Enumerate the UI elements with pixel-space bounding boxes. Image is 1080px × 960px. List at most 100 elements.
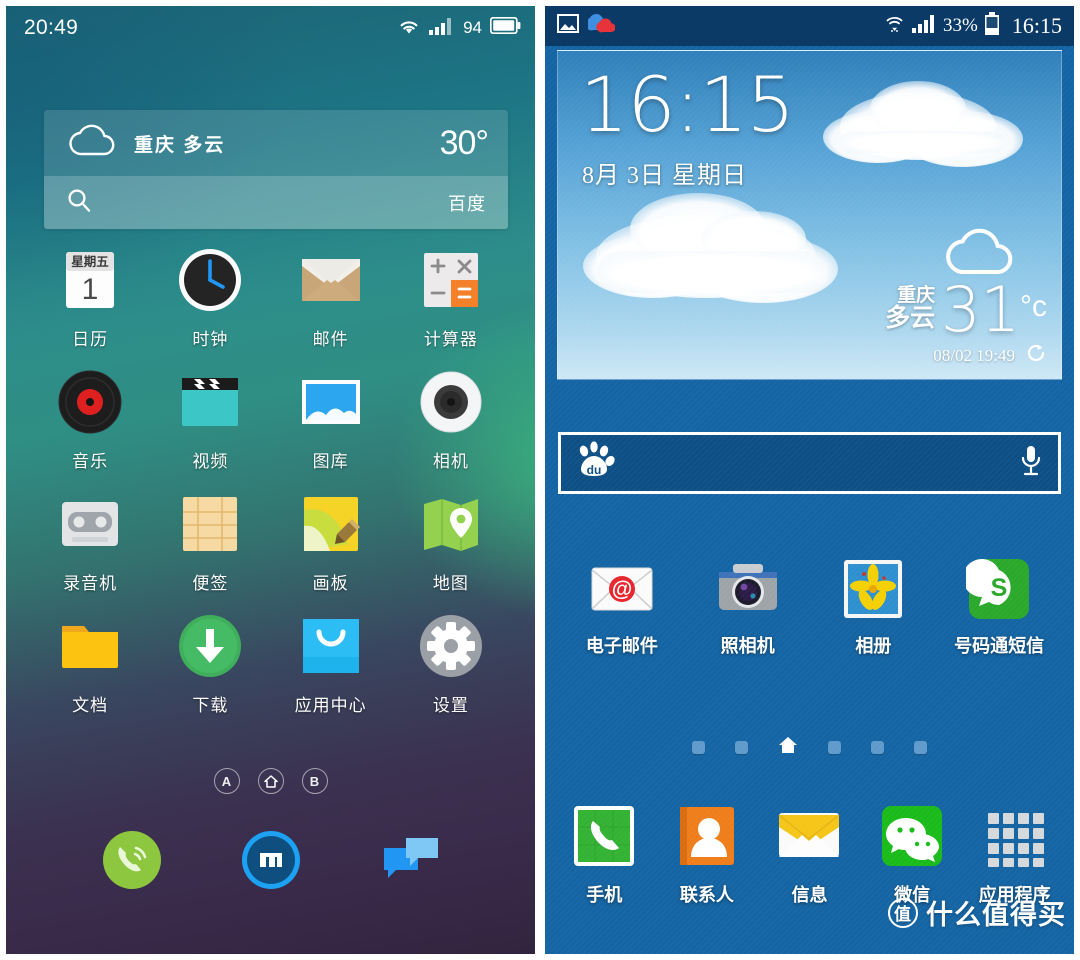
app-label: 电子邮件 (585, 636, 658, 656)
signal-icon (912, 14, 937, 38)
app-icon-email[interactable]: @ 电子邮件 (559, 556, 685, 658)
flyme-m-icon[interactable] (237, 826, 305, 894)
dock-icon-messages[interactable]: 信息 (758, 801, 861, 907)
app-label: 应用中心 (294, 696, 367, 715)
left-status-bar: 20:49 94 (6, 6, 535, 50)
app-label: 录音机 (63, 574, 118, 593)
microphone-icon[interactable] (1018, 444, 1044, 483)
dock-icon-phone[interactable]: 手机 (553, 801, 656, 907)
app-label: 地图 (432, 574, 469, 593)
sogou-sms-icon: S (962, 556, 1032, 622)
app-icon-app-center[interactable]: 应用中心 (271, 612, 391, 716)
right-status-clock: 16:15 (1011, 13, 1062, 38)
home-icon[interactable] (257, 768, 284, 794)
calendar-weekday: 星期五 (71, 254, 109, 269)
notes-icon (176, 490, 244, 558)
messages-bubble-icon[interactable] (376, 826, 444, 894)
page-dot-icon[interactable] (692, 741, 705, 754)
search-icon (66, 187, 92, 218)
weather-unit: °c (1020, 290, 1047, 323)
app-icon-documents[interactable]: 文档 (30, 612, 150, 716)
battery-percent-label: 33% (943, 15, 978, 36)
app-icon-recorder[interactable]: 录音机 (30, 490, 150, 594)
page-a-icon[interactable]: A (213, 768, 240, 794)
weather-city: 重庆 (897, 284, 936, 306)
app-label: 手机 (586, 885, 623, 905)
watermark-badge: 值 (888, 897, 918, 928)
page-b-label: B (309, 773, 320, 789)
cloud-outline-icon (66, 121, 120, 166)
folder-icon (56, 612, 124, 680)
calendar-day: 1 (82, 273, 99, 306)
app-label: 信息 (791, 885, 828, 905)
weather-temperature: 31 (941, 272, 1020, 346)
app-icon-calculator[interactable]: 计算器 (391, 246, 511, 350)
app-store-bag-icon (297, 612, 365, 680)
page-dot-icon[interactable] (735, 741, 748, 754)
app-label: 图库 (312, 452, 349, 471)
music-vinyl-icon (56, 368, 124, 436)
refresh-icon[interactable] (1025, 342, 1047, 369)
home-page-icon[interactable] (778, 736, 798, 759)
app-label: 便签 (192, 574, 229, 593)
dock-icon-wechat[interactable]: 微信 (861, 801, 964, 907)
page-dot-icon[interactable] (914, 741, 927, 754)
search-widget[interactable]: 百度 (44, 176, 508, 229)
wifi-icon (885, 14, 906, 38)
signal-icon (429, 17, 455, 40)
app-icon-sms[interactable]: S 号码通短信 (936, 556, 1062, 658)
app-label: 日历 (72, 330, 109, 349)
right-app-row: @ 电子邮件 照相机 相册 S 号码通短信 (559, 556, 1062, 658)
camera-body-icon (715, 556, 781, 622)
dock-icon-contacts[interactable]: 联系人 (656, 801, 759, 907)
app-label: 文档 (72, 696, 109, 715)
app-drawer-grid-icon (980, 801, 1050, 871)
watermark: 值 什么值得买 (888, 893, 1066, 932)
app-icon-download[interactable]: 下载 (150, 612, 270, 716)
gallery-icon (297, 368, 365, 436)
left-dock (6, 826, 535, 894)
app-icon-notes[interactable]: 便签 (150, 490, 270, 594)
photo-album-flower-icon (840, 556, 906, 622)
svg-text:@: @ (612, 578, 632, 601)
screenshot-stage: 20:49 94 重庆 多云 30° 百度 星期五 1 日历 时钟 邮件 计算器… (0, 0, 1080, 960)
page-dot-icon[interactable] (871, 741, 884, 754)
baidu-search-widget[interactable]: du (558, 432, 1061, 494)
app-icon-camera[interactable]: 相机 (391, 368, 511, 472)
map-icon (417, 490, 485, 558)
weather-widget[interactable]: 重庆 多云 30° (44, 110, 508, 176)
left-status-icons: 94 (397, 16, 521, 40)
app-icon-settings[interactable]: 设置 (391, 612, 511, 716)
app-icon-camera[interactable]: 照相机 (685, 556, 811, 658)
app-icon-album[interactable]: 相册 (811, 556, 937, 658)
app-icon-map[interactable]: 地图 (391, 490, 511, 594)
right-status-bar: 33% 16:15 (545, 6, 1074, 46)
svg-text:S: S (991, 574, 1008, 602)
app-label: 音乐 (72, 452, 109, 471)
left-status-clock: 20:49 (24, 16, 79, 39)
app-icon-drawing-board[interactable]: 画板 (271, 490, 391, 594)
page-dot-icon[interactable] (828, 741, 841, 754)
app-label: 照相机 (720, 636, 775, 656)
app-label: 画板 (312, 574, 349, 593)
app-icon-music[interactable]: 音乐 (30, 368, 150, 472)
page-b-icon[interactable]: B (301, 768, 328, 794)
app-icon-gallery[interactable]: 图库 (271, 368, 391, 472)
app-label: 相机 (432, 452, 469, 471)
search-engine-label: 百度 (448, 193, 486, 214)
app-label: 时钟 (192, 330, 229, 349)
lockscreen-date: 8月 3日 星期日 (582, 163, 747, 189)
app-label: 相册 (855, 636, 892, 656)
app-icon-calendar[interactable]: 星期五 1 日历 (30, 246, 150, 350)
app-icon-video[interactable]: 视频 (150, 368, 270, 472)
app-icon-mail[interactable]: 邮件 (271, 246, 391, 350)
settings-gear-icon (417, 612, 485, 680)
dock-icon-app-drawer[interactable]: 应用程序 (963, 801, 1066, 907)
clock-weather-widget[interactable]: 16:15 8月 3日 星期日 重庆 多云 31 °c 08/02 19:49 (557, 50, 1062, 380)
left-page-indicators: A B (6, 768, 535, 794)
app-icon-clock[interactable]: 时钟 (150, 246, 270, 350)
phone-dialer-icon[interactable] (98, 826, 166, 894)
calendar-icon: 星期五 1 (56, 246, 124, 314)
calculator-icon (417, 246, 485, 314)
left-phone-screen: 20:49 94 重庆 多云 30° 百度 星期五 1 日历 时钟 邮件 计算器… (6, 6, 535, 954)
